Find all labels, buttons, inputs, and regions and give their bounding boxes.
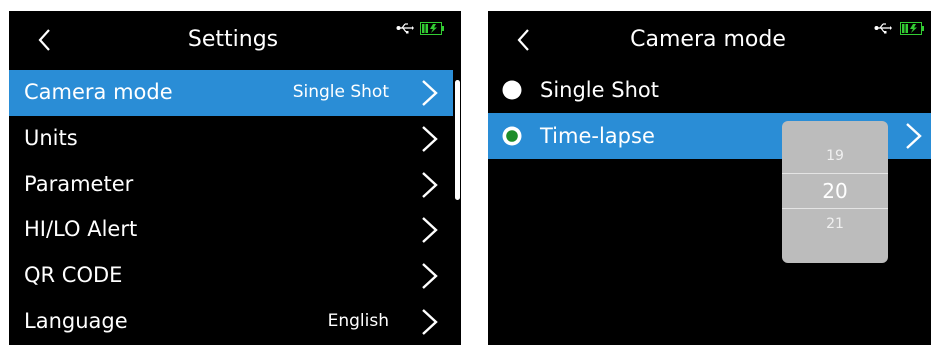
radio-unchecked-icon[interactable]: [502, 80, 522, 100]
chevron-right-icon: [422, 125, 438, 152]
picker-divider: [782, 208, 888, 209]
option-label: Single Shot: [540, 78, 659, 102]
page-title: Settings: [187, 27, 279, 52]
settings-item-language[interactable]: Language English: [9, 299, 453, 345]
settings-item-label: Units: [24, 125, 78, 150]
picker-option-next[interactable]: 21: [782, 214, 888, 234]
page-title: Camera mode: [630, 27, 786, 52]
settings-list: Camera mode Single Shot Units Parameter …: [9, 70, 453, 345]
camera-mode-header: Camera mode: [488, 11, 931, 71]
picker-option-current[interactable]: 20: [782, 177, 888, 205]
chevron-right-icon: [422, 217, 438, 244]
settings-item-camera-mode[interactable]: Camera mode Single Shot: [9, 70, 453, 116]
scrollbar[interactable]: [453, 70, 461, 345]
settings-screen: Settings Camera mode Single Shot Units P…: [9, 11, 461, 345]
settings-item-parameter[interactable]: Parameter: [9, 162, 453, 208]
settings-header: Settings: [9, 11, 461, 71]
radio-checked-icon[interactable]: [502, 126, 522, 146]
settings-item-value: Single Shot: [292, 82, 389, 102]
back-icon[interactable]: [512, 27, 538, 53]
settings-item-hilo-alert[interactable]: HI/LO Alert: [9, 207, 453, 253]
picker-option-prev[interactable]: 19: [782, 146, 888, 166]
chevron-right-icon: [422, 263, 438, 290]
chevron-right-icon[interactable]: [903, 121, 925, 151]
chevron-right-icon: [422, 80, 438, 106]
usb-icon: [396, 23, 414, 34]
settings-item-label: Language: [24, 308, 128, 333]
settings-item-value: English: [327, 310, 389, 331]
battery-icon: [420, 22, 444, 35]
settings-item-units[interactable]: Units: [9, 116, 453, 162]
settings-item-label: HI/LO Alert: [24, 217, 138, 242]
chevron-right-icon: [422, 171, 438, 198]
scroll-thumb[interactable]: [455, 80, 460, 200]
camera-mode-screen: Camera mode Single Shot Time-lapse 19 20…: [488, 11, 931, 345]
chevron-right-icon: [422, 309, 438, 335]
back-icon[interactable]: [33, 27, 59, 53]
settings-item-label: QR CODE: [24, 263, 123, 288]
settings-item-label: Parameter: [24, 171, 134, 196]
settings-item-qr-code[interactable]: QR CODE: [9, 253, 453, 299]
picker-divider: [782, 173, 888, 174]
settings-item-label: Camera mode: [24, 80, 173, 104]
option-single-shot[interactable]: Single Shot: [488, 67, 931, 113]
interval-picker[interactable]: 19 20 21: [782, 121, 888, 263]
battery-icon: [900, 22, 924, 35]
option-label: Time-lapse: [540, 124, 655, 148]
usb-icon: [874, 23, 892, 34]
